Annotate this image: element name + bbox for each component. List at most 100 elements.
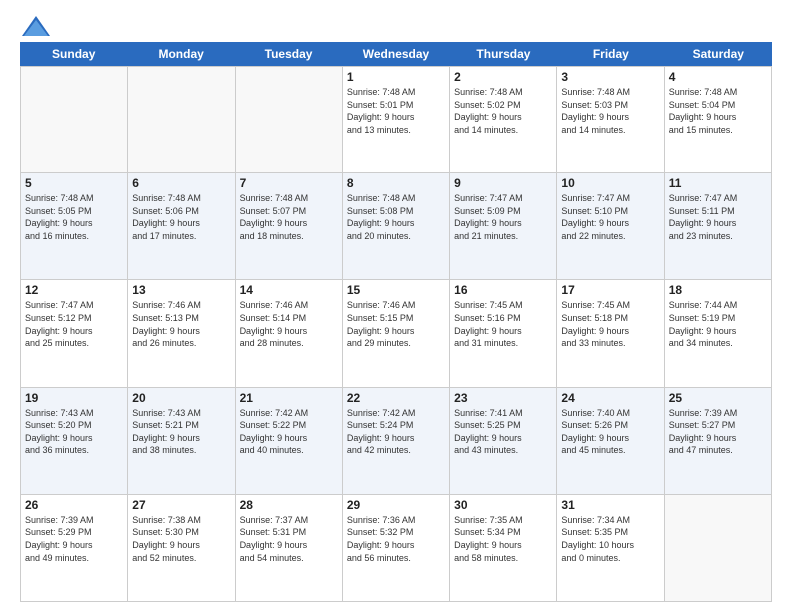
- calendar-cell: 15 Sunrise: 7:46 AM Sunset: 5:15 PM Dayli…: [343, 280, 450, 387]
- calendar-header: SundayMondayTuesdayWednesdayThursdayFrid…: [20, 42, 772, 66]
- calendar-cell: 7Sunrise: 7:48 AM Sunset: 5:07 PM Daylig…: [236, 173, 343, 280]
- cell-info-text: Sunrise: 7:48 AM Sunset: 5:02 PM Dayligh…: [454, 86, 552, 136]
- cell-date-number: 17: [561, 283, 659, 297]
- cell-date-number: 18: [669, 283, 767, 297]
- calendar-cell: 29Sunrise: 7:36 AM Sunset: 5:32 PM Dayli…: [343, 495, 450, 602]
- cell-date-number: 19: [25, 391, 123, 405]
- day-header-thursday: Thursday: [450, 42, 557, 66]
- cell-info-text: Sunrise: 7:37 AM Sunset: 5:31 PM Dayligh…: [240, 514, 338, 564]
- cell-info-text: Sunrise: 7:39 AM Sunset: 5:29 PM Dayligh…: [25, 514, 123, 564]
- cell-date-number: 11: [669, 176, 767, 190]
- cell-info-text: Sunrise: 7:39 AM Sunset: 5:27 PM Dayligh…: [669, 407, 767, 457]
- cell-date-number: 3: [561, 70, 659, 84]
- calendar-cell: 31 Sunrise: 7:34 AM Sunset: 5:35 PM Dayli…: [557, 495, 664, 602]
- cell-info-text: Sunrise: 7:48 AM Sunset: 5:08 PM Dayligh…: [347, 192, 445, 242]
- cell-info-text: Sunrise: 7:46 AM Sunset: 5:13 PM Dayligh…: [132, 299, 230, 349]
- calendar-cell: 8 Sunrise: 7:48 AM Sunset: 5:08 PM Daylig…: [343, 173, 450, 280]
- logo-icon: [22, 16, 50, 36]
- calendar-row: 1 Sunrise: 7:48 AM Sunset: 5:01 PM Daylig…: [20, 66, 772, 173]
- calendar-cell: 1 Sunrise: 7:48 AM Sunset: 5:01 PM Daylig…: [343, 66, 450, 173]
- calendar-cell: 28 Sunrise: 7:37 AM Sunset: 5:31 PM Dayli…: [236, 495, 343, 602]
- day-header-friday: Friday: [557, 42, 664, 66]
- cell-info-text: Sunrise: 7:47 AM Sunset: 5:10 PM Dayligh…: [561, 192, 659, 242]
- calendar-cell: 10 Sunrise: 7:47 AM Sunset: 5:10 PM Dayli…: [557, 173, 664, 280]
- calendar-cell: [665, 495, 772, 602]
- calendar-cell: 6 Sunrise: 7:48 AM Sunset: 5:06 PM Daylig…: [128, 173, 235, 280]
- calendar-cell: 2 Sunrise: 7:48 AM Sunset: 5:02 PM Daylig…: [450, 66, 557, 173]
- cell-info-text: Sunrise: 7:46 AM Sunset: 5:15 PM Dayligh…: [347, 299, 445, 349]
- cell-info-text: Sunrise: 7:48 AM Sunset: 5:04 PM Dayligh…: [669, 86, 767, 136]
- cell-date-number: 10: [561, 176, 659, 190]
- calendar-cell: 14Sunrise: 7:46 AM Sunset: 5:14 PM Dayli…: [236, 280, 343, 387]
- cell-date-number: 21: [240, 391, 338, 405]
- cell-date-number: 27: [132, 498, 230, 512]
- cell-date-number: 5: [25, 176, 123, 190]
- calendar-cell: [236, 66, 343, 173]
- cell-info-text: Sunrise: 7:42 AM Sunset: 5:22 PM Dayligh…: [240, 407, 338, 457]
- cell-info-text: Sunrise: 7:44 AM Sunset: 5:19 PM Dayligh…: [669, 299, 767, 349]
- cell-date-number: 29: [347, 498, 445, 512]
- cell-info-text: Sunrise: 7:48 AM Sunset: 5:05 PM Dayligh…: [25, 192, 123, 242]
- calendar-cell: 13 Sunrise: 7:46 AM Sunset: 5:13 PM Dayli…: [128, 280, 235, 387]
- day-header-wednesday: Wednesday: [342, 42, 449, 66]
- calendar-cell: 18 Sunrise: 7:44 AM Sunset: 5:19 PM Dayli…: [665, 280, 772, 387]
- cell-date-number: 23: [454, 391, 552, 405]
- cell-info-text: Sunrise: 7:46 AM Sunset: 5:14 PM Dayligh…: [240, 299, 338, 349]
- cell-date-number: 2: [454, 70, 552, 84]
- calendar-cell: 16Sunrise: 7:45 AM Sunset: 5:16 PM Dayli…: [450, 280, 557, 387]
- cell-date-number: 20: [132, 391, 230, 405]
- calendar-cell: [21, 66, 128, 173]
- cell-info-text: Sunrise: 7:45 AM Sunset: 5:18 PM Dayligh…: [561, 299, 659, 349]
- calendar-cell: 24 Sunrise: 7:40 AM Sunset: 5:26 PM Dayli…: [557, 388, 664, 495]
- calendar-cell: 23 Sunrise: 7:41 AM Sunset: 5:25 PM Dayli…: [450, 388, 557, 495]
- cell-date-number: 22: [347, 391, 445, 405]
- cell-info-text: Sunrise: 7:48 AM Sunset: 5:01 PM Dayligh…: [347, 86, 445, 136]
- calendar-row: 12Sunrise: 7:47 AM Sunset: 5:12 PM Dayli…: [20, 280, 772, 387]
- cell-info-text: Sunrise: 7:43 AM Sunset: 5:20 PM Dayligh…: [25, 407, 123, 457]
- calendar-cell: 9 Sunrise: 7:47 AM Sunset: 5:09 PM Daylig…: [450, 173, 557, 280]
- cell-info-text: Sunrise: 7:47 AM Sunset: 5:09 PM Dayligh…: [454, 192, 552, 242]
- calendar-cell: 17 Sunrise: 7:45 AM Sunset: 5:18 PM Dayli…: [557, 280, 664, 387]
- cell-info-text: Sunrise: 7:43 AM Sunset: 5:21 PM Dayligh…: [132, 407, 230, 457]
- cell-date-number: 15: [347, 283, 445, 297]
- cell-info-text: Sunrise: 7:48 AM Sunset: 5:06 PM Dayligh…: [132, 192, 230, 242]
- cell-info-text: Sunrise: 7:35 AM Sunset: 5:34 PM Dayligh…: [454, 514, 552, 564]
- header: [20, 16, 772, 32]
- cell-date-number: 16: [454, 283, 552, 297]
- page: SundayMondayTuesdayWednesdayThursdayFrid…: [0, 0, 792, 612]
- day-header-tuesday: Tuesday: [235, 42, 342, 66]
- calendar-cell: 3Sunrise: 7:48 AM Sunset: 5:03 PM Daylig…: [557, 66, 664, 173]
- cell-date-number: 26: [25, 498, 123, 512]
- calendar-cell: 11Sunrise: 7:47 AM Sunset: 5:11 PM Dayli…: [665, 173, 772, 280]
- cell-date-number: 12: [25, 283, 123, 297]
- cell-date-number: 1: [347, 70, 445, 84]
- cell-date-number: 13: [132, 283, 230, 297]
- cell-date-number: 9: [454, 176, 552, 190]
- cell-info-text: Sunrise: 7:38 AM Sunset: 5:30 PM Dayligh…: [132, 514, 230, 564]
- cell-date-number: 30: [454, 498, 552, 512]
- calendar-row: 5 Sunrise: 7:48 AM Sunset: 5:05 PM Daylig…: [20, 173, 772, 280]
- calendar-cell: 25Sunrise: 7:39 AM Sunset: 5:27 PM Dayli…: [665, 388, 772, 495]
- cell-info-text: Sunrise: 7:40 AM Sunset: 5:26 PM Dayligh…: [561, 407, 659, 457]
- cell-date-number: 8: [347, 176, 445, 190]
- cell-date-number: 31: [561, 498, 659, 512]
- calendar-cell: 12Sunrise: 7:47 AM Sunset: 5:12 PM Dayli…: [21, 280, 128, 387]
- day-header-saturday: Saturday: [665, 42, 772, 66]
- cell-info-text: Sunrise: 7:34 AM Sunset: 5:35 PM Dayligh…: [561, 514, 659, 564]
- cell-info-text: Sunrise: 7:41 AM Sunset: 5:25 PM Dayligh…: [454, 407, 552, 457]
- day-header-sunday: Sunday: [20, 42, 127, 66]
- cell-date-number: 6: [132, 176, 230, 190]
- calendar-cell: 30 Sunrise: 7:35 AM Sunset: 5:34 PM Dayli…: [450, 495, 557, 602]
- calendar-cell: 4 Sunrise: 7:48 AM Sunset: 5:04 PM Daylig…: [665, 66, 772, 173]
- logo: [20, 16, 50, 32]
- calendar-cell: 26 Sunrise: 7:39 AM Sunset: 5:29 PM Dayli…: [21, 495, 128, 602]
- cell-date-number: 28: [240, 498, 338, 512]
- day-header-monday: Monday: [127, 42, 234, 66]
- cell-date-number: 7: [240, 176, 338, 190]
- cell-info-text: Sunrise: 7:42 AM Sunset: 5:24 PM Dayligh…: [347, 407, 445, 457]
- calendar: SundayMondayTuesdayWednesdayThursdayFrid…: [20, 42, 772, 602]
- calendar-row: 26 Sunrise: 7:39 AM Sunset: 5:29 PM Dayli…: [20, 495, 772, 602]
- cell-date-number: 24: [561, 391, 659, 405]
- calendar-cell: 27 Sunrise: 7:38 AM Sunset: 5:30 PM Dayli…: [128, 495, 235, 602]
- cell-date-number: 4: [669, 70, 767, 84]
